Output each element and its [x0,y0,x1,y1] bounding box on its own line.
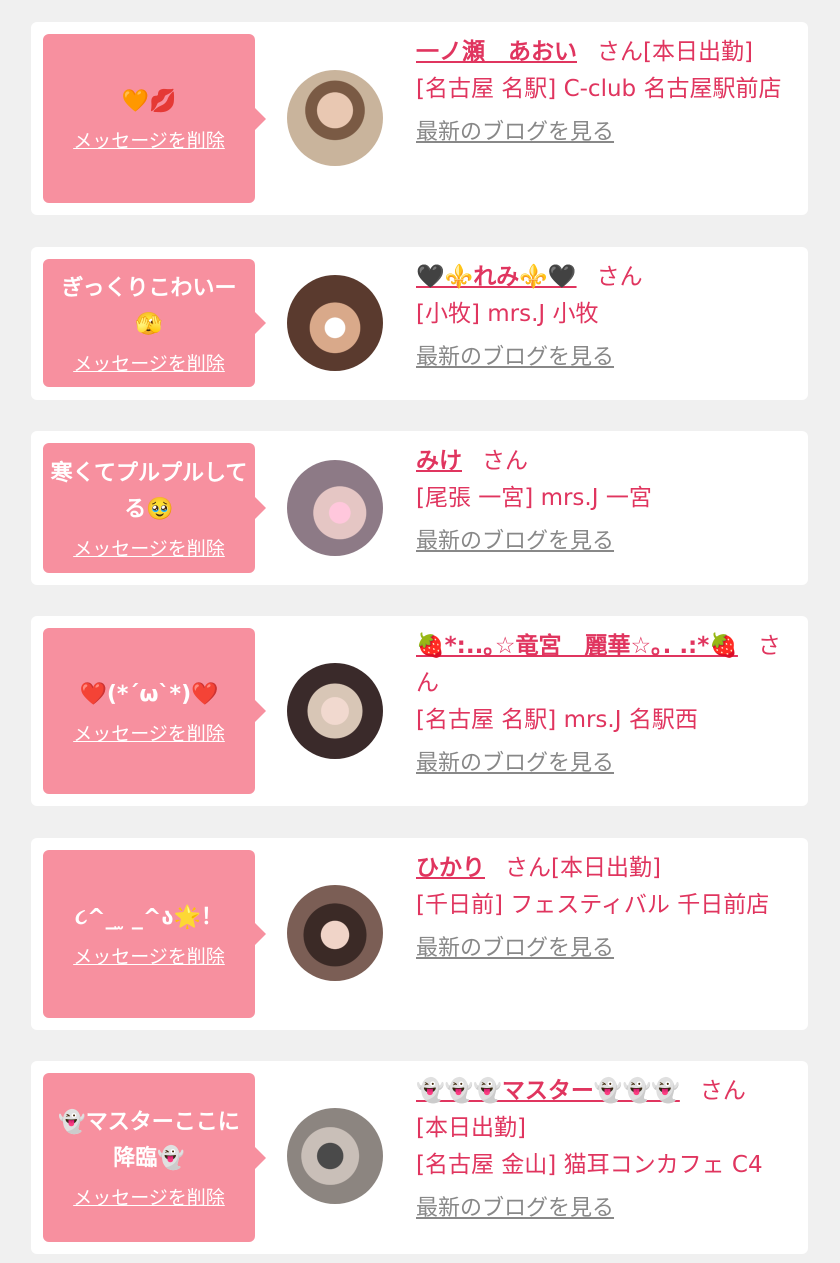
latest-blog-link[interactable]: 最新のブログを見る [416,339,614,376]
avatar[interactable] [287,70,383,166]
avatar[interactable] [287,460,383,556]
message-text: 👻マスターここに降臨👻 [58,1110,240,1171]
cast-info: 🍓*:..｡☆竜宮 麗華☆｡. .:*🍓 さん [名古屋 名駅] mrs.J 名駅… [416,628,796,782]
shop-info: [尾張 一宮] mrs.J 一宮 [416,485,652,511]
message-bubble: 🧡💋 メッセージを削除 [43,34,266,203]
message-card: ぎっくりこわいー🫣 メッセージを削除 🖤⚜️れみ⚜️🖤 さん [小牧] mrs.J… [31,247,808,400]
cast-name-link[interactable]: 👻👻👻マスター👻👻👻 [416,1078,680,1104]
shop-info: [名古屋 名駅] C-club 名古屋駅前店 [416,76,782,102]
status-badge: [本日出勤] [551,855,661,881]
message-bubble: 寒くてプルプルしてる🥹 メッセージを削除 [43,443,266,573]
cast-name-link[interactable]: みけ [416,448,462,474]
shop-info: [小牧] mrs.J 小牧 [416,301,599,327]
cast-name-link[interactable]: ひかり [416,855,485,881]
message-card: ૮^_ ̫ _^ა🌟！ メッセージを削除 ひかり さん[本日出勤] [千日前] フ… [31,838,808,1030]
cast-info: ひかり さん[本日出勤] [千日前] フェスティバル 千日前店 最新のブログを見る [416,850,796,967]
cast-name-link[interactable]: 一ノ瀬 あおい [416,39,577,65]
latest-blog-link[interactable]: 最新のブログを見る [416,1190,614,1227]
message-card: 👻マスターここに降臨👻 メッセージを削除 👻👻👻マスター👻👻👻 さん [本日出勤]… [31,1061,808,1254]
honorific: さん [699,1078,746,1104]
message-text: ぎっくりこわいー🫣 [61,275,237,337]
cast-name-link[interactable]: 🖤⚜️れみ⚜️🖤 [416,264,577,290]
latest-blog-link[interactable]: 最新のブログを見る [416,745,614,782]
message-text: 寒くてプルプルしてる🥹 [50,460,248,522]
shop-info: [名古屋 金山] 猫耳コンカフェ C4 [416,1152,763,1178]
honorific: さん [597,39,643,65]
message-text: 🧡💋 [121,89,177,114]
delete-message-link[interactable]: メッセージを削除 [73,349,225,376]
cast-info: 一ノ瀬 あおい さん[本日出勤] [名古屋 名駅] C-club 名古屋駅前店 最… [416,34,796,151]
message-card: 寒くてプルプルしてる🥹 メッセージを削除 みけ さん [尾張 一宮] mrs.J … [31,431,808,585]
cast-info: 👻👻👻マスター👻👻👻 さん [本日出勤] [名古屋 金山] 猫耳コンカフェ C4 … [416,1073,796,1227]
message-bubble: ぎっくりこわいー🫣 メッセージを削除 [43,259,266,387]
status-badge: [本日出勤] [416,1115,526,1141]
delete-message-link[interactable]: メッセージを削除 [73,534,225,561]
message-text: ❤️(*´ω`*)❤️ [79,681,219,707]
avatar[interactable] [287,275,383,371]
cast-info: 🖤⚜️れみ⚜️🖤 さん [小牧] mrs.J 小牧 最新のブログを見る [416,259,796,376]
honorific: さん [482,448,528,474]
message-card: ❤️(*´ω`*)❤️ メッセージを削除 🍓*:..｡☆竜宮 麗華☆｡. .:*… [31,616,808,806]
status-badge: [本日出勤] [643,39,753,65]
cast-info: みけ さん [尾張 一宮] mrs.J 一宮 最新のブログを見る [416,443,796,560]
message-bubble: ૮^_ ̫ _^ა🌟！ メッセージを削除 [43,850,266,1018]
honorific: さん [596,264,643,290]
message-card: 🧡💋 メッセージを削除 一ノ瀬 あおい さん[本日出勤] [名古屋 名駅] C-c… [31,22,808,215]
delete-message-link[interactable]: メッセージを削除 [73,1183,225,1210]
shop-info: [名古屋 名駅] mrs.J 名駅西 [416,707,698,733]
message-text: ૮^_ ̫ _^ა🌟！ [75,904,223,930]
latest-blog-link[interactable]: 最新のブログを見る [416,114,614,151]
latest-blog-link[interactable]: 最新のブログを見る [416,523,614,560]
avatar[interactable] [287,1108,383,1204]
message-bubble: 👻マスターここに降臨👻 メッセージを削除 [43,1073,266,1242]
message-bubble: ❤️(*´ω`*)❤️ メッセージを削除 [43,628,266,794]
delete-message-link[interactable]: メッセージを削除 [73,126,225,153]
avatar[interactable] [287,885,383,981]
cast-name-link[interactable]: 🍓*:..｡☆竜宮 麗華☆｡. .:*🍓 [416,633,738,659]
avatar[interactable] [287,663,383,759]
latest-blog-link[interactable]: 最新のブログを見る [416,930,614,967]
honorific: さん [505,855,551,881]
shop-info: [千日前] フェスティバル 千日前店 [416,892,770,918]
delete-message-link[interactable]: メッセージを削除 [73,942,225,969]
delete-message-link[interactable]: メッセージを削除 [73,719,225,746]
